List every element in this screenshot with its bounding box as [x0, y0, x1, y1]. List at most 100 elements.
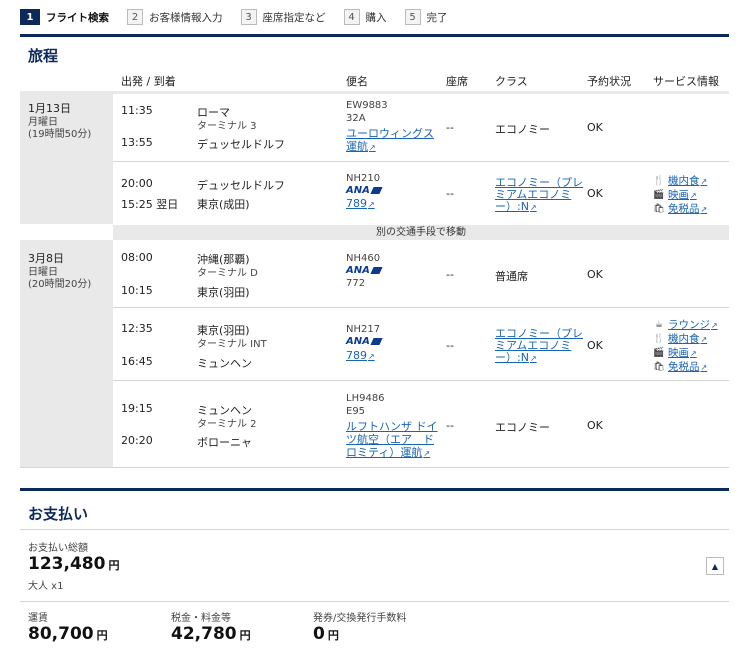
- fare-yen: 円: [96, 629, 108, 642]
- lounge-link[interactable]: ラウンジ: [668, 317, 718, 332]
- transfer-left-gap: [20, 224, 113, 240]
- seg4-status: OK: [587, 339, 603, 352]
- seg2-dep-city: デュッセルドルフ: [197, 179, 285, 192]
- step-label: 座席指定など: [262, 11, 326, 24]
- ana-logo-text: ANA: [346, 265, 370, 276]
- seg5-status: OK: [587, 419, 603, 432]
- col-dep-arr: 出発 / 到着: [121, 75, 176, 88]
- transfer-bar: 別の交通手段で移動: [113, 225, 729, 240]
- total-yen: 円: [108, 559, 120, 572]
- payment-section: お支払い お支払い総額 123,480 円 大人 x1 ▲ 運賃 80,700 円 …: [20, 488, 729, 658]
- step-label: フライト検索: [46, 11, 109, 24]
- seg1-aircraft: 32A: [346, 113, 366, 124]
- seg1-seat: --: [446, 121, 454, 134]
- meal-link[interactable]: 機内食: [668, 173, 707, 188]
- col-flight: 便名: [346, 75, 368, 88]
- ana-logo: ANA: [346, 265, 383, 276]
- passenger-count: 大人 x1: [28, 581, 64, 592]
- dutyfree-icon: 🛍: [653, 203, 665, 214]
- seg4-seat: --: [446, 339, 454, 352]
- seg4-service-meal[interactable]: 🍴 機内食: [653, 331, 707, 346]
- step-number: 3: [240, 9, 257, 25]
- ana-stripe-icon: [370, 266, 383, 274]
- movie-icon: 🎬: [653, 347, 665, 358]
- payment-divider: [20, 529, 729, 530]
- seg4-service-lounge[interactable]: ☕ ラウンジ: [653, 317, 718, 332]
- chevron-up-icon: ▲: [711, 561, 719, 571]
- ana-stripe-icon: [370, 337, 383, 345]
- seg2-class-link-3[interactable]: ー）:N: [495, 198, 537, 214]
- seg2-aircraft-link[interactable]: 789: [346, 197, 375, 210]
- seg3-arr-time: 10:15: [121, 284, 153, 297]
- seg4-service-dutyfree[interactable]: 🛍 免税品: [653, 359, 707, 374]
- seg1-class: エコノミー: [495, 123, 550, 136]
- seg5-aircraft: E95: [346, 406, 366, 417]
- ana-stripe-icon: [370, 186, 383, 194]
- seg5-arr-city: ボローニャ: [197, 436, 252, 449]
- seg2-service-movie[interactable]: 🎬 映画: [653, 187, 697, 202]
- header-divider: [113, 91, 729, 94]
- fee-yen: 円: [327, 629, 339, 642]
- seg3-status: OK: [587, 268, 603, 281]
- total-amount: 123,480 円: [28, 554, 119, 574]
- seg3-dep-terminal: ターミナル D: [197, 268, 258, 279]
- tax-label: 税金・料金等: [171, 613, 231, 624]
- step-number: 1: [20, 9, 40, 25]
- meal-icon: 🍴: [653, 333, 665, 344]
- step-number: 5: [404, 9, 421, 25]
- meal-icon: 🍴: [653, 175, 665, 186]
- seg1-flight-number: EW9883: [346, 100, 388, 111]
- progress-stepper: 1 フライト検索 2 お客様情報入力 3 座席指定など 4 購入 5 完了: [0, 0, 747, 34]
- ana-logo: ANA: [346, 336, 383, 347]
- dutyfree-icon: 🛍: [653, 361, 665, 372]
- ana-logo-text: ANA: [346, 185, 370, 196]
- seg4-arr-city: ミュンヘン: [197, 357, 252, 370]
- seg1-arr-city: デュッセルドルフ: [197, 138, 285, 151]
- movie-link[interactable]: 映画: [668, 187, 697, 202]
- seg2-seat: --: [446, 187, 454, 200]
- dutyfree-link[interactable]: 免税品: [668, 359, 707, 374]
- total-label: お支払い総額: [28, 543, 88, 554]
- seg4-class-link-3[interactable]: ー）:N: [495, 349, 537, 365]
- day1-duration: (19時間50分): [28, 129, 92, 140]
- seg3-dep-time: 08:00: [121, 251, 153, 264]
- seg2-flight-number: NH210: [346, 173, 381, 184]
- seg5-operator-link-3[interactable]: ロミティ）運航: [346, 444, 430, 460]
- movie-link[interactable]: 映画: [668, 345, 697, 360]
- seg3-seat: --: [446, 268, 454, 281]
- col-service: サービス情報: [653, 75, 719, 88]
- seg4-aircraft-link[interactable]: 789: [346, 349, 375, 362]
- row-divider: [113, 380, 729, 381]
- seg1-dep-terminal: ターミナル 3: [197, 121, 257, 132]
- seg2-status: OK: [587, 187, 603, 200]
- step-label: 購入: [365, 11, 387, 24]
- seg5-dep-terminal: ターミナル 2: [197, 419, 257, 430]
- meal-link[interactable]: 機内食: [668, 331, 707, 346]
- tax-yen: 円: [239, 629, 251, 642]
- seg2-service-meal[interactable]: 🍴 機内食: [653, 173, 707, 188]
- step-number: 2: [127, 9, 143, 25]
- seg1-status: OK: [587, 121, 603, 134]
- seg1-operator-link-2[interactable]: 運航: [346, 138, 376, 154]
- ana-logo-text: ANA: [346, 336, 370, 347]
- step-seat-selection: 3 座席指定など: [240, 9, 326, 25]
- itinerary-section: 旅程 出発 / 到着 便名 座席 クラス 予約状況 サービス情報 1月13日 月…: [20, 34, 729, 468]
- step-purchase: 4 購入: [343, 9, 387, 25]
- seg2-service-dutyfree[interactable]: 🛍 免税品: [653, 201, 707, 216]
- seg4-flight-number: NH217: [346, 324, 381, 335]
- dutyfree-link[interactable]: 免税品: [668, 201, 707, 216]
- seg2-arr-time: 15:25 翌日: [121, 198, 179, 211]
- row-divider: [113, 161, 729, 162]
- seg5-class: エコノミー: [495, 421, 550, 434]
- payment-divider: [20, 601, 729, 602]
- seg4-dep-terminal: ターミナル INT: [197, 339, 267, 350]
- col-seat: 座席: [446, 75, 468, 88]
- fee-amount: 0円: [313, 624, 339, 644]
- fare-amount: 80,700 円: [28, 624, 108, 644]
- total-value: 123,480: [28, 554, 106, 574]
- step-label: 完了: [426, 11, 448, 24]
- itinerary-bottom-divider: [20, 467, 729, 468]
- collapse-toggle-button[interactable]: ▲: [706, 557, 724, 575]
- seg3-class: 普通席: [495, 270, 528, 283]
- seg4-service-movie[interactable]: 🎬 映画: [653, 345, 697, 360]
